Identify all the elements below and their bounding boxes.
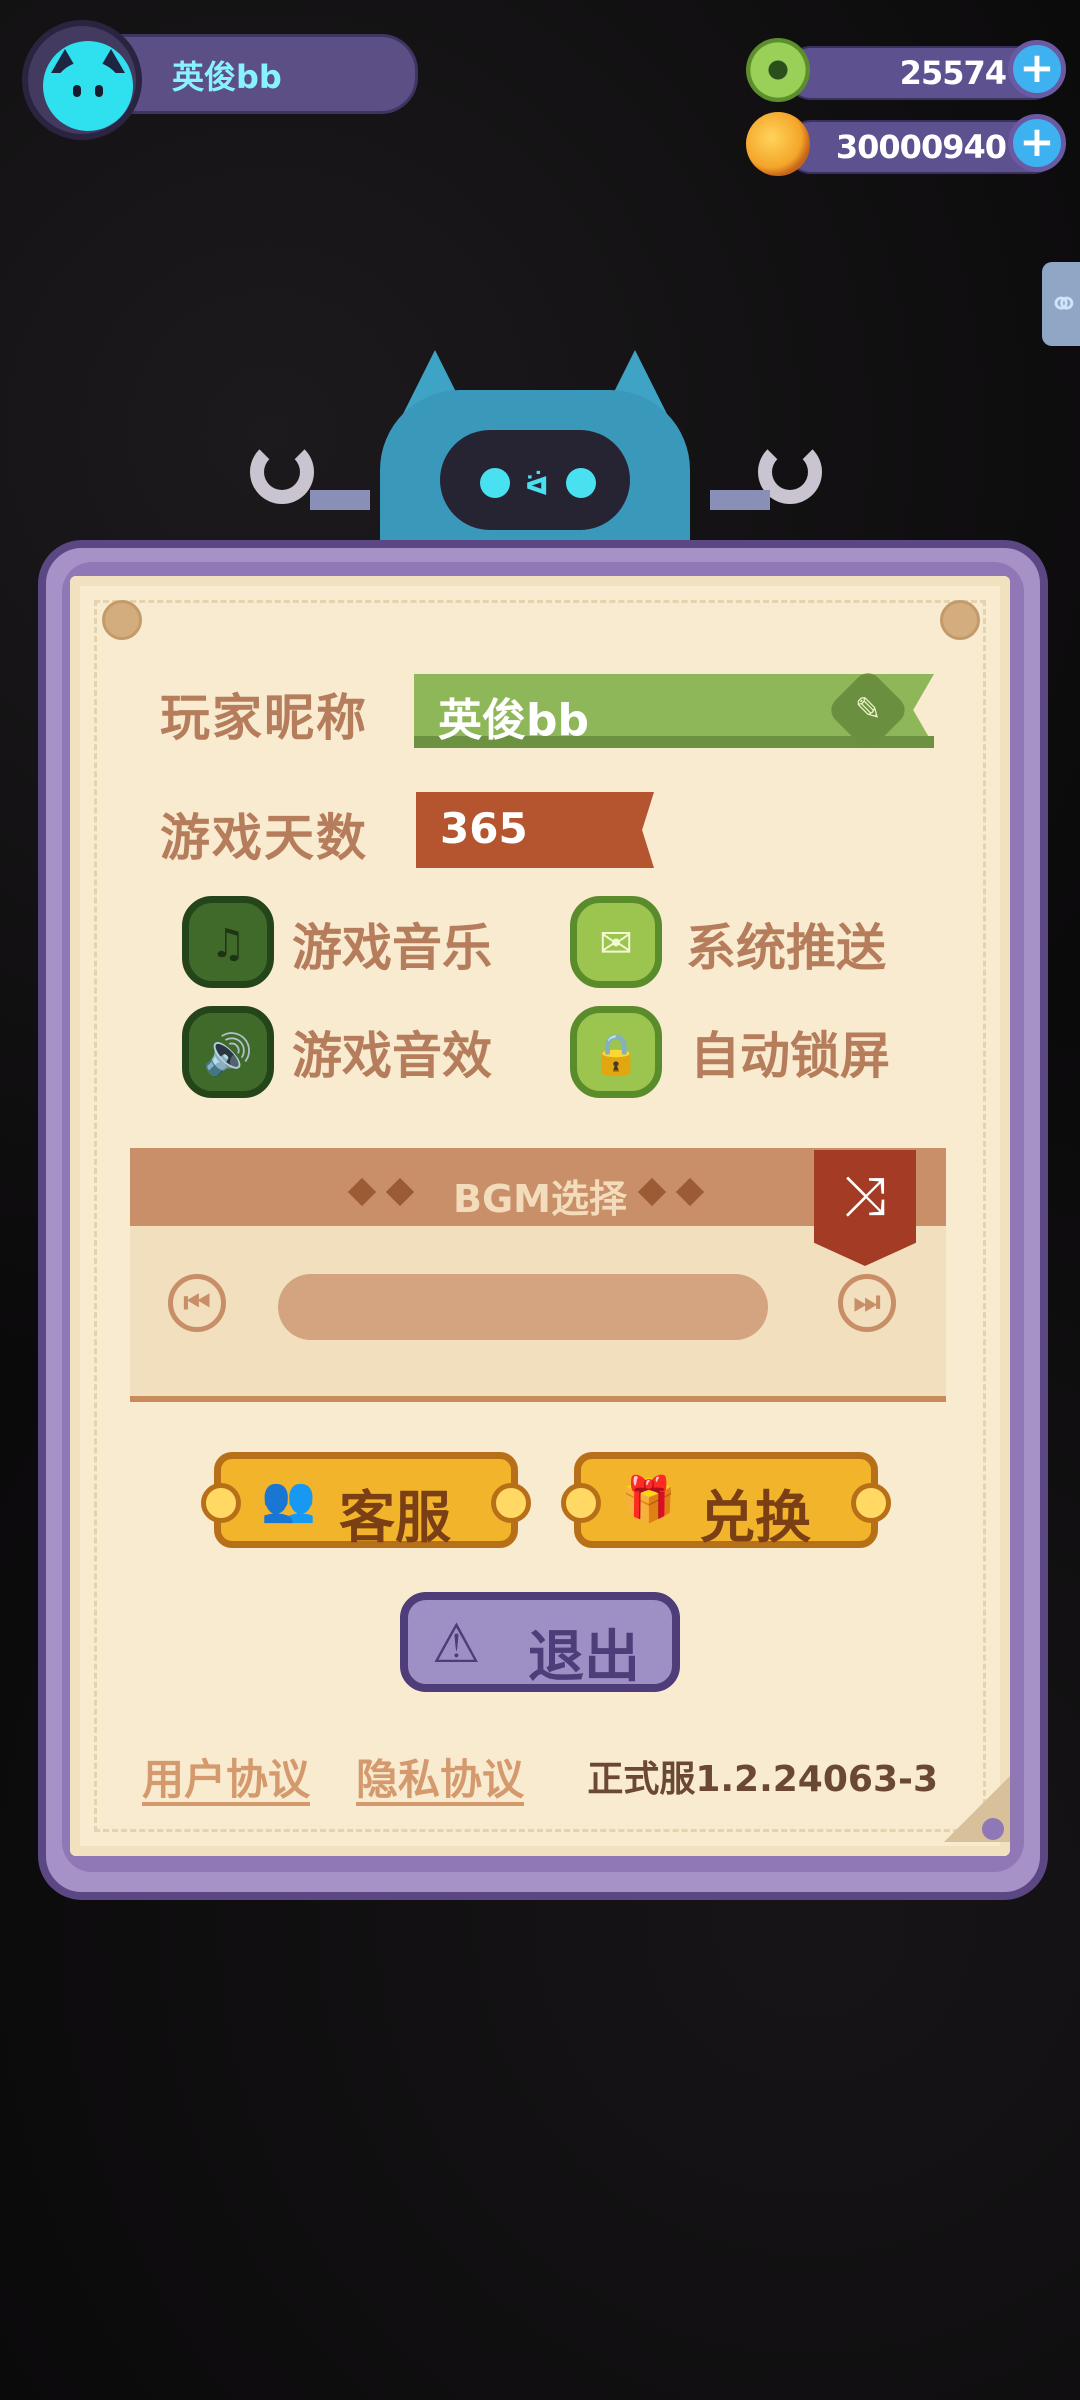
- nickname-label: 玩家昵称: [160, 689, 368, 747]
- coin-icon: [746, 38, 810, 102]
- avatar: [43, 41, 133, 131]
- avatar-ring: [22, 20, 142, 140]
- pin-left: [102, 600, 142, 640]
- link-icon: ⚭: [1048, 282, 1080, 326]
- player-name: 英俊bb: [172, 58, 282, 96]
- privacy-policy-link[interactable]: 隐私协议: [356, 1746, 524, 1807]
- autolock-label: 自动锁屏: [690, 1027, 890, 1085]
- shuffle-icon: ⤨: [843, 1164, 887, 1227]
- bgm-track-name[interactable]: [278, 1274, 768, 1340]
- speaker-icon: 🔊: [203, 1032, 253, 1078]
- sfx-label: 游戏音效: [292, 1027, 492, 1085]
- pen-icon: ✎: [854, 689, 882, 728]
- users-icon: 👥: [261, 1474, 316, 1525]
- previous-track-button[interactable]: ⏮: [168, 1274, 226, 1332]
- nickname-value: 英俊bb: [438, 695, 589, 746]
- push-label: 系统推送: [686, 919, 886, 977]
- customer-service-button[interactable]: 👥 客服: [201, 1452, 531, 1551]
- gem-currency: 30000940 +: [746, 112, 1066, 176]
- warning-icon: ⚠: [432, 1612, 481, 1675]
- redeem-button[interactable]: 🎁 兑换: [561, 1452, 891, 1551]
- planet-icon: [746, 112, 810, 176]
- shuffle-button[interactable]: ⤨: [814, 1150, 916, 1266]
- autolock-toggle[interactable]: 🔒: [570, 1006, 662, 1098]
- pin-right: [940, 600, 980, 640]
- version-label: 正式服1.2.24063-3: [587, 1759, 938, 1800]
- music-toggle[interactable]: ♫: [182, 896, 274, 988]
- gem-count: 30000940: [835, 128, 1007, 166]
- mail-icon: ✉: [599, 921, 633, 967]
- sfx-toggle[interactable]: 🔊: [182, 1006, 274, 1098]
- coin-currency: 25574 +: [746, 38, 1066, 102]
- robot-mascot: ᐛ: [250, 340, 830, 570]
- player-profile[interactable]: 英俊bb: [22, 20, 418, 140]
- days-value: 365: [440, 804, 528, 853]
- add-gems-button[interactable]: +: [1008, 114, 1066, 172]
- coin-count: 25574: [899, 54, 1007, 92]
- music-icon: ♫: [210, 921, 246, 967]
- music-label: 游戏音乐: [292, 919, 492, 977]
- days-label: 游戏天数: [160, 809, 368, 867]
- push-toggle[interactable]: ✉: [570, 896, 662, 988]
- quit-button[interactable]: ⚠ 退出: [400, 1592, 680, 1692]
- lock-icon: 🔒: [591, 1032, 641, 1078]
- add-coins-button[interactable]: +: [1008, 40, 1066, 98]
- user-agreement-link[interactable]: 用户协议: [142, 1746, 310, 1807]
- next-track-button[interactable]: ⏭: [838, 1274, 896, 1332]
- side-drawer-tab[interactable]: ⚭: [1042, 262, 1080, 346]
- gift-icon: 🎁: [621, 1474, 676, 1525]
- bgm-title: BGM选择: [453, 1177, 627, 1221]
